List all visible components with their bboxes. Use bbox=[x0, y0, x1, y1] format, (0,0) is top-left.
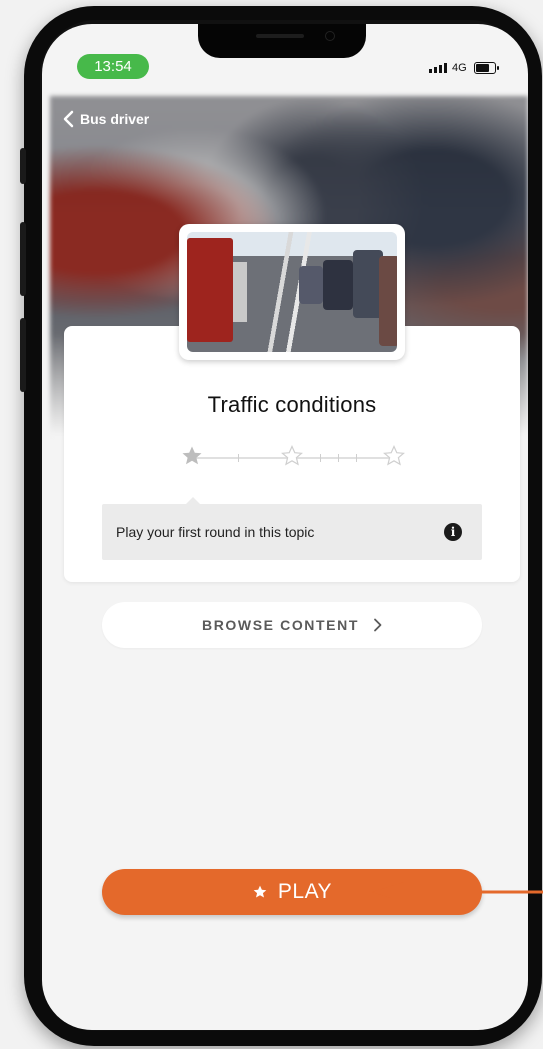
star-icon bbox=[182, 446, 202, 465]
star-progress bbox=[180, 444, 406, 470]
back-button[interactable]: Bus driver bbox=[62, 110, 149, 128]
topic-image bbox=[187, 232, 397, 352]
topic-thumbnail bbox=[179, 224, 405, 360]
star-outline-icon bbox=[281, 445, 303, 466]
topic-title: Traffic conditions bbox=[207, 392, 377, 417]
star-icon bbox=[253, 885, 267, 898]
back-label: Bus driver bbox=[80, 111, 150, 127]
speaker bbox=[256, 34, 304, 38]
annotation-arrow-icon bbox=[372, 882, 543, 898]
info-icon[interactable]: i bbox=[444, 523, 462, 541]
browse-content-button[interactable]: BROWSE CONTENT bbox=[102, 602, 482, 648]
info-box: Play your first round in this topic i bbox=[102, 504, 482, 560]
volume-up-button bbox=[20, 222, 26, 296]
browse-content-label: BROWSE CONTENT bbox=[202, 617, 359, 633]
status-time: 13:54 bbox=[77, 54, 149, 79]
mute-switch bbox=[20, 148, 26, 184]
chevron-right-icon bbox=[374, 618, 382, 632]
notch bbox=[198, 24, 366, 58]
star-outline-icon bbox=[383, 445, 405, 466]
info-pointer bbox=[186, 497, 200, 504]
volume-down-button bbox=[20, 318, 26, 392]
info-text: Play your first round in this topic bbox=[116, 524, 315, 540]
camera bbox=[325, 31, 335, 41]
network-type: 4G bbox=[452, 62, 467, 74]
battery-icon bbox=[473, 62, 499, 74]
chevron-left-icon bbox=[63, 110, 74, 128]
signal-icon bbox=[429, 63, 447, 73]
play-label: PLAY bbox=[277, 880, 333, 903]
status-indicators: 4G bbox=[429, 60, 499, 76]
